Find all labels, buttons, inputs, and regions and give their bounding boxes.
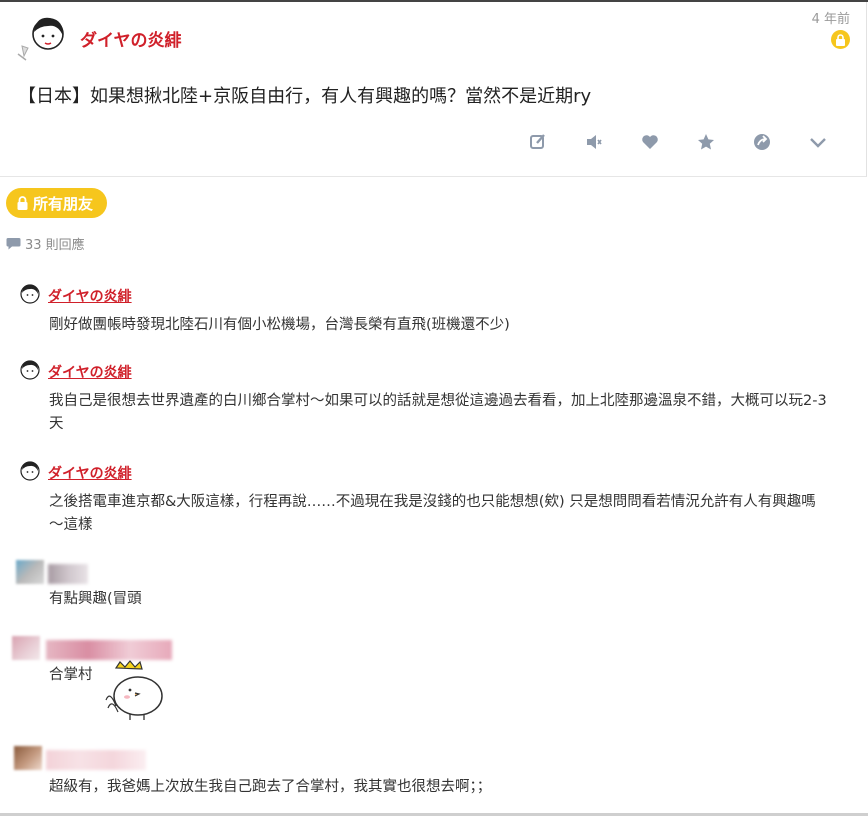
post-card: ダイヤの炎緋 4 年前 【日本】如果想揪北陸+京阪自由行，有人有興趣的嗎？當然不…: [0, 2, 867, 177]
comment-author-avatar[interactable]: [18, 282, 42, 306]
comment-text: 我自己是很想去世界遺產的白川鄉合掌村～如果可以的話就是想從這邊過去看看，加上北陸…: [49, 393, 827, 432]
like-button[interactable]: [640, 130, 696, 154]
more-options-button[interactable]: [808, 130, 864, 154]
bird-crown-sticker: [105, 660, 163, 720]
comment-author-name[interactable]: ダイヤの炎緋: [48, 362, 132, 382]
audience-selector[interactable]: 所有朋友: [6, 188, 108, 218]
share-icon: [754, 134, 770, 150]
comment-author-name[interactable]: [46, 750, 146, 770]
lock-icon: [836, 33, 845, 46]
comment-text: 之後搭電車進京都&大阪這樣，行程再說……不過現在我是沒錢的也只能想想(欸) 只是…: [49, 494, 816, 533]
author-avatar[interactable]: [14, 10, 70, 62]
post-title: 【日本】如果想揪北陸+京阪自由行，有人有興趣的嗎？當然不是近期ry: [18, 86, 592, 107]
comment-author-avatar[interactable]: [14, 746, 42, 770]
edit-icon: [530, 134, 545, 149]
comment-author-avatar[interactable]: [12, 636, 40, 660]
comment-author-name[interactable]: [48, 564, 88, 584]
post-author-name[interactable]: ダイヤの炎緋: [80, 26, 182, 51]
post-action-bar: [528, 130, 864, 154]
star-icon: [698, 134, 714, 150]
comment-author-name[interactable]: ダイヤの炎緋: [48, 463, 132, 483]
favorite-button[interactable]: [696, 130, 752, 154]
mute-icon: [587, 135, 602, 149]
edit-button[interactable]: [528, 130, 584, 154]
lock-icon: [17, 196, 28, 210]
chevron-down-icon: [810, 138, 826, 148]
share-button[interactable]: [752, 130, 808, 154]
post-timestamp: 4 年前: [811, 12, 850, 27]
heart-icon: [642, 135, 658, 149]
comment-text: 剛好做團帳時發現北陸石川有個小松機場，台灣長榮有直飛(班機還不少): [49, 317, 510, 333]
comment-text: 超級有，我爸媽上次放生我自己跑去了合掌村，我其實也很想去啊；；: [49, 779, 492, 795]
privacy-lock-badge[interactable]: [831, 30, 850, 49]
mute-button[interactable]: [584, 130, 640, 154]
comment-author-avatar[interactable]: [18, 459, 42, 483]
audience-label: 所有朋友: [33, 194, 94, 213]
comment-author-name[interactable]: [46, 640, 172, 660]
reply-count-label: 33 則回應: [25, 238, 85, 253]
speech-bubble-icon: [6, 238, 21, 250]
reply-count[interactable]: 33 則回應: [6, 234, 85, 253]
comment-author-avatar[interactable]: [18, 358, 42, 382]
comment-author-avatar[interactable]: [16, 560, 44, 584]
comment-author-name[interactable]: ダイヤの炎緋: [48, 286, 132, 306]
comment-text: 有點興趣(冒頭: [49, 591, 142, 607]
